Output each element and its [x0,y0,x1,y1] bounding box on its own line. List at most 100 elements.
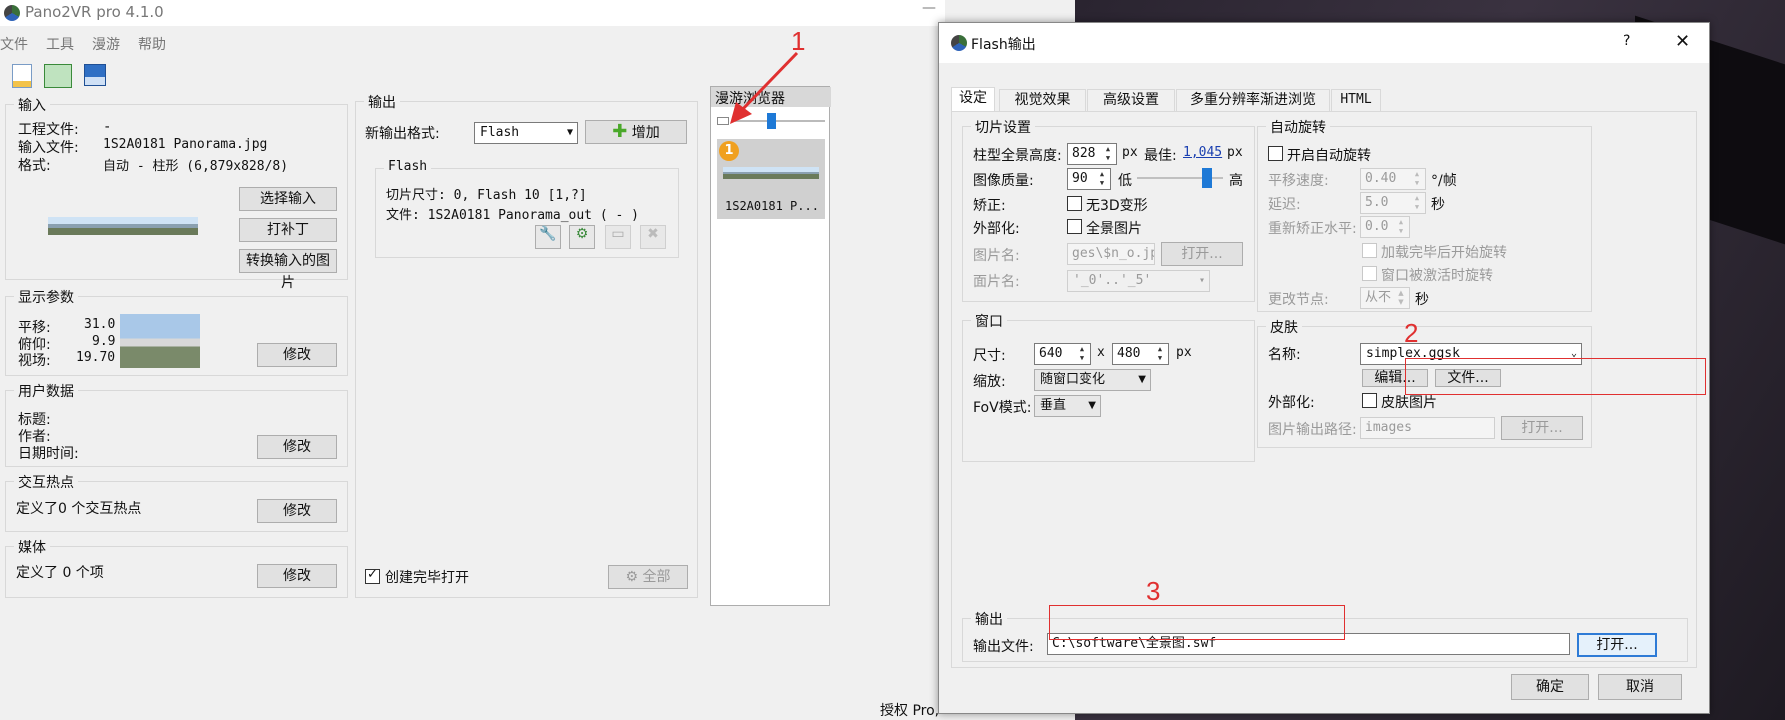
tab-settings[interactable]: 设定 [951,87,995,112]
delay-input[interactable]: 5.0 ▲ ▼ [1360,192,1426,214]
skin-image-checkbox[interactable] [1362,393,1377,408]
pano-height-input[interactable]: 828 ▲ ▼ [1067,143,1117,165]
userdata-title: 用户数据 [14,381,78,401]
quality-input[interactable]: 90 ▲ ▼ [1067,168,1111,190]
image-name-label: 图片名: [973,248,1020,264]
autorotate-checkbox[interactable] [1268,146,1283,161]
open-after-checkbox[interactable] [365,567,380,584]
delete-icon[interactable]: ✖ [640,225,666,249]
px-unit: px [1122,145,1138,160]
output-format-select[interactable]: Flash ▼ [474,122,578,144]
preview-icon[interactable]: ▭ [605,225,631,249]
quality-slider[interactable] [1137,168,1223,188]
skin-external-label: 外部化: [1268,395,1315,411]
activate-checkbox[interactable] [1362,266,1377,281]
after-load-checkbox[interactable] [1362,243,1377,258]
quality-low-label: 低 [1118,173,1132,189]
activate-label: 窗口被激活时旋转 [1381,268,1493,284]
face-name-select[interactable]: '_0'..'_5' ▾ [1067,270,1210,292]
window-group: 窗口 尺寸: 640 ▲ ▼ x 480 ▲ ▼ px 缩放: 随窗口变化 ▼ FoV模式… [962,311,1255,462]
skin-path-open-button[interactable]: 打开... [1501,416,1583,440]
panorama-thumbnail [48,217,198,235]
level-label: 重新矫正水平: [1268,221,1357,237]
image-name-input[interactable]: ges\$n_o.jpg [1067,243,1155,265]
quality-slider-thumb[interactable] [1201,168,1212,188]
autorotate-title: 自动旋转 [1266,117,1330,137]
quality-label: 图像质量: [973,173,1034,189]
annotation-box-output [1049,605,1345,640]
patch-button[interactable]: 打补丁 [239,218,337,242]
chevron-down-icon: ▼ [1138,374,1146,385]
px-unit: px [1227,145,1243,160]
tilt-value: 9.9 [92,334,116,349]
gear-icon[interactable]: ⚙ [569,225,595,249]
image-name-open-button[interactable]: 打开... [1161,242,1243,266]
dialog-title-bar: Flash输出 ? ✕ [939,23,1709,63]
dialog-help-button[interactable]: ? [1623,33,1630,49]
menu-file[interactable]: 文件 [0,34,28,54]
select-input-button[interactable]: 选择输入 [239,187,337,211]
tab-visual-effects[interactable]: 视觉效果 [999,89,1086,111]
change-node-input[interactable]: 从不 ▲ ▼ [1360,287,1410,309]
tile-settings-title: 切片设置 [971,117,1035,137]
input-file-label: 输入文件: [18,140,79,156]
delay-unit: 秒 [1431,197,1445,213]
menu-tour[interactable]: 漫游 [92,34,120,54]
window-height-input[interactable]: 480 ▲ ▼ [1112,343,1169,365]
pano-image-checkbox[interactable] [1067,219,1082,234]
skin-path-input[interactable]: images [1360,417,1495,439]
tab-multires[interactable]: 多重分辨率渐进浏览 [1176,89,1330,111]
chevron-down-icon: ▼ [1088,400,1096,411]
flash-output-box: Flash 切片尺寸: 0, Flash 10 [1,?] 文件: 1S2A01… [375,159,679,258]
output-file-open-button[interactable]: 打开... [1577,633,1657,657]
flash-tile-size: 切片尺寸: 0, Flash 10 [1,?] [386,188,587,203]
format-value: 自动 - 柱形 (6,879x828/8) [103,159,289,174]
no3d-checkbox[interactable] [1067,196,1082,211]
window-size-label: 尺寸: [973,348,1006,364]
best-value-link[interactable]: 1,045 [1183,145,1222,160]
ok-button[interactable]: 确定 [1511,674,1589,700]
autorotate-group: 自动旋转 开启自动旋转 平移速度: 0.40 ▲ ▼ °/帧 延迟: 5.0 ▲ ▼ 秒… [1257,117,1592,312]
wrench-icon[interactable]: 🔧 [535,225,561,249]
annotation-2: 2 [1404,318,1419,348]
level-input[interactable]: 0.0 ▲ ▼ [1360,216,1410,238]
fov-value: 19.70 [76,350,116,365]
hotspot-modify-button[interactable]: 修改 [257,499,337,523]
menu-help[interactable]: 帮助 [138,34,166,54]
app-logo-icon [4,5,20,21]
scale-select[interactable]: 随窗口变化 ▼ [1034,369,1151,391]
tab-advanced[interactable]: 高级设置 [1087,89,1175,111]
quality-high-label: 高 [1229,173,1243,189]
skin-name-label: 名称: [1268,347,1301,363]
dialog-close-button[interactable]: ✕ [1675,31,1690,52]
scale-label: 缩放: [973,374,1006,390]
new-project-icon[interactable] [12,64,32,88]
save-project-icon[interactable] [84,64,106,86]
open-project-icon[interactable] [44,64,72,88]
output-group: 输出 新输出格式: Flash ▼ ✚ 增加 Flash 切片尺寸: 0, Fla… [355,92,698,598]
tab-html[interactable]: HTML [1331,89,1381,111]
media-title: 媒体 [14,537,50,557]
userdata-modify-button[interactable]: 修改 [257,435,337,459]
minimize-button[interactable]: — [922,0,936,16]
change-node-label: 更改节点: [1268,292,1329,308]
menu-tools[interactable]: 工具 [46,34,74,54]
media-modify-button[interactable]: 修改 [257,564,337,588]
add-output-button[interactable]: ✚ 增加 [585,120,687,144]
media-group: 媒体 定义了 0 个项 修改 [5,537,348,598]
face-name-label: 面片名: [973,274,1020,290]
plus-icon: ✚ [612,121,628,142]
chevron-down-icon: ▾ [1198,275,1205,286]
window-width-input[interactable]: 640 ▲ ▼ [1034,343,1091,365]
after-load-label: 加载完毕后开始旋转 [1381,245,1507,261]
annotation-3: 3 [1146,576,1161,606]
build-all-button[interactable]: ⚙ 全部 [608,565,688,589]
convert-input-button[interactable]: 转换输入的图片 [239,249,337,291]
fov-mode-select[interactable]: 垂直 ▼ [1034,395,1101,417]
display-modify-button[interactable]: 修改 [257,343,337,367]
speed-input[interactable]: 0.40 ▲ ▼ [1360,168,1426,190]
fov-mode-label: FoV模式: [973,400,1032,416]
tour-node-item[interactable]: 1 1S2A0181 P... [717,139,825,219]
media-text: 定义了 0 个项 [16,565,104,581]
cancel-button[interactable]: 取消 [1598,674,1682,700]
